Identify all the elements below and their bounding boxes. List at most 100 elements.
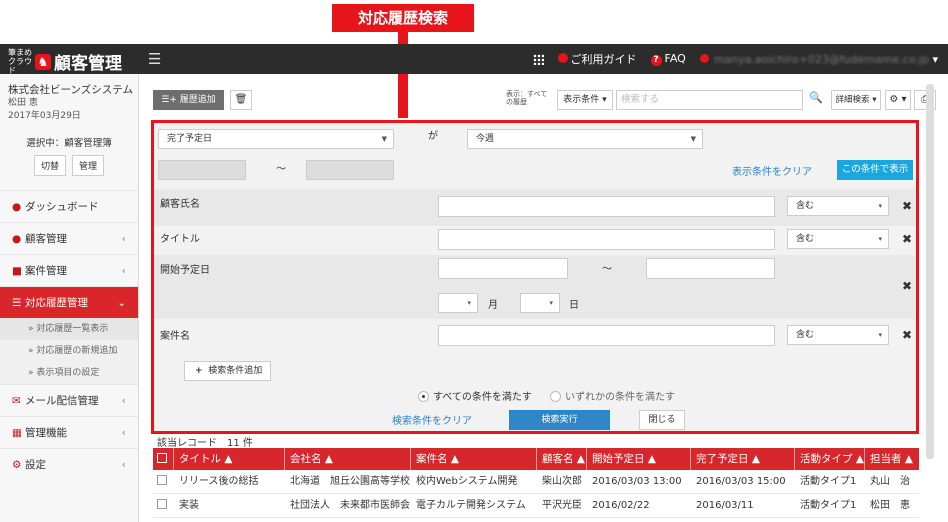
chevron-left-icon: ‹ <box>121 395 126 407</box>
trash-icon[interactable]: 🗑 <box>230 90 252 110</box>
col-title[interactable]: タイトル ▲ <box>174 448 285 470</box>
col-type[interactable]: 活動タイプ ▲ <box>795 448 865 470</box>
col-case[interactable]: 案件名 ▲ <box>411 448 537 470</box>
guide-link[interactable]: ご利用ガイド <box>557 51 637 67</box>
sidebar-item-cases[interactable]: ■ 案件管理 ‹ <box>0 254 138 286</box>
chevron-down-icon: ⌄ <box>117 297 126 309</box>
logo-mark-icon: ♞ <box>35 53 51 70</box>
select-all-checkbox[interactable] <box>153 448 174 470</box>
table-header: タイトル ▲ 会社名 ▲ 案件名 ▲ 顧客名 ▲ 開始予定日 ▲ 完了予定日 ▲… <box>153 448 919 470</box>
sidebar-subitem-new[interactable]: » 対応履歴の新規追加 <box>0 340 138 362</box>
case-icon: ■ <box>12 265 22 277</box>
sidebar-subitem-settings[interactable]: » 表示項目の設定 <box>0 362 138 384</box>
start-date-to[interactable] <box>646 258 775 279</box>
sidebar: 株式会社ビーンズシステム 松田 恵 2017年03月29日 選択中：顧客管理簿 … <box>0 74 139 522</box>
user-name: 松田 恵 <box>8 98 38 108</box>
sidebar-item-dashboard[interactable]: ● ダッシュボード <box>0 190 138 222</box>
sidebar-item-admin[interactable]: ▦ 管理機能 ‹ <box>0 416 138 448</box>
month-select[interactable]: ▾ <box>438 293 478 313</box>
execute-search-button[interactable]: 検索実行 <box>509 410 610 430</box>
col-start[interactable]: 開始予定日 ▲ <box>587 448 691 470</box>
range-start-field[interactable] <box>158 160 246 180</box>
cell-case: 電子カルテ開発システム <box>416 500 526 511</box>
vertical-scrollbar[interactable] <box>926 84 934 459</box>
case-match-select[interactable]: 含む ▾ <box>787 325 889 345</box>
sidebar-item-history[interactable]: ☰ 対応履歴管理 ⌄ <box>0 286 138 318</box>
remove-condition-icon[interactable]: ✖ <box>902 328 912 342</box>
col-company[interactable]: 会社名 ▲ <box>285 448 411 470</box>
faq-link[interactable]: ? FAQ <box>650 52 686 66</box>
search-input[interactable]: 検索する <box>616 90 803 110</box>
cell-end: 2016/03/03 15:00 <box>696 476 786 487</box>
detail-search-button[interactable]: 詳細検索 ▾ <box>831 90 881 110</box>
settings-gear-icon[interactable]: ⚙ ▾ <box>885 90 911 110</box>
callout-label: 対応履歴検索 <box>332 4 474 32</box>
chevron-left-icon: ‹ <box>121 459 126 471</box>
cell-title: リリース後の総括 <box>179 476 259 487</box>
add-condition-button[interactable]: + 検索条件追加 <box>184 361 271 381</box>
col-end[interactable]: 完了予定日 ▲ <box>691 448 795 470</box>
customer-match-select[interactable]: 含む ▾ <box>787 196 889 216</box>
company-name: 株式会社ビーンズシステム <box>8 84 133 96</box>
start-date-from[interactable] <box>438 258 568 279</box>
day-select[interactable]: ▾ <box>520 293 560 313</box>
switch-button[interactable]: 切替 <box>33 155 66 176</box>
display-label: 表示：すべての履歴 <box>506 90 548 106</box>
radio-all[interactable]: すべての条件を満たす <box>418 388 532 403</box>
sidebar-item-settings[interactable]: ⚙ 設定 ‹ <box>0 448 138 480</box>
radio-any[interactable]: いずれかの条件を満たす <box>550 388 675 403</box>
customer-name-input[interactable] <box>438 196 775 217</box>
record-count: 該当レコード 11 件 <box>157 438 253 449</box>
manage-button[interactable]: 管理 <box>72 155 105 176</box>
remove-condition-icon[interactable]: ✖ <box>902 232 912 246</box>
table-row[interactable]: 実装 社団法人 未来都市医師会 電子カルテ開発システム 平沢光臣 2016/02… <box>153 494 919 518</box>
add-history-button[interactable]: ☰+ 履歴追加 <box>153 90 224 110</box>
search-icon[interactable]: 🔍 <box>809 91 823 104</box>
main-content: ☰+ 履歴追加 🗑 表示：すべての履歴 表示条件 ▾ 検索する 🔍 詳細検索 ▾… <box>149 74 936 522</box>
tilde-label: ～ <box>276 164 286 175</box>
title-input[interactable] <box>438 229 775 250</box>
field-select[interactable]: 完了予定日 ▼ <box>158 129 394 149</box>
row-checkbox[interactable] <box>153 470 174 493</box>
case-name-input[interactable] <box>438 325 775 346</box>
range-end-field[interactable] <box>306 160 394 180</box>
cell-title: 実装 <box>179 500 199 511</box>
remove-condition-icon[interactable]: ✖ <box>902 279 912 293</box>
grid-icon: ▦ <box>12 427 22 439</box>
plus-icon: + <box>195 366 203 376</box>
sidebar-account: 株式会社ビーンズシステム 松田 恵 2017年03月29日 <box>0 74 138 123</box>
dashboard-icon: ● <box>12 201 22 213</box>
col-customer[interactable]: 顧客名 ▲ <box>537 448 587 470</box>
caret-down-icon: ▾ <box>878 331 882 339</box>
col-owner[interactable]: 担当者 ▲ <box>865 448 919 470</box>
display-condition-button[interactable]: 表示条件 ▾ <box>557 90 613 110</box>
close-button[interactable]: 閉じる <box>639 410 685 430</box>
caret-down-icon: ▾ <box>878 235 882 243</box>
cell-case: 校内Webシステム開発 <box>416 476 518 487</box>
cell-type: 活動タイプ1 <box>800 500 857 511</box>
sidebar-item-mail[interactable]: ✉ メール配信管理 ‹ <box>0 384 138 416</box>
mail-icon: ✉ <box>12 395 21 407</box>
value-select[interactable]: 今週 ▼ <box>467 129 703 149</box>
user-icon <box>699 53 709 63</box>
apps-grid-icon[interactable] <box>532 53 544 65</box>
search-panel: 完了予定日 ▼ が 今週 ▼ ～ 表示条件をクリア この条件で表示 顧客氏名 含む ▾… <box>151 120 919 434</box>
sidebar-item-customers[interactable]: ● 顧客管理 ‹ <box>0 222 138 254</box>
show-condition-button[interactable]: この条件で表示 <box>837 160 913 180</box>
menu-toggle-icon[interactable]: ☰ <box>148 50 161 68</box>
selected-book-label: 選択中：顧客管理簿 <box>26 138 112 149</box>
app-logo[interactable]: 筆まめ クラウド ♞ 顧客管理 <box>8 48 122 75</box>
table-row[interactable]: リリース後の総括 北海道 旭丘公園高等学校 校内Webシステム開発 柴山次郎 2… <box>153 470 919 494</box>
user-menu[interactable]: manya.aoichiro+023@fudemame.co.jp ▾ <box>699 53 938 66</box>
row-checkbox[interactable] <box>153 494 174 517</box>
gear-icon: ⚙ <box>12 459 22 471</box>
logo-small-text: 筆まめ クラウド <box>8 48 32 75</box>
row-label-customer: 顧客氏名 <box>160 199 200 210</box>
logo-text: 顧客管理 <box>54 54 122 74</box>
sidebar-subitem-list[interactable]: » 対応履歴一覧表示 <box>0 318 138 340</box>
remove-condition-icon[interactable]: ✖ <box>902 199 912 213</box>
clear-search-link[interactable]: 検索条件をクリア <box>392 412 472 427</box>
clear-display-link[interactable]: 表示条件をクリア <box>732 163 812 178</box>
cell-company: 北海道 旭丘公園高等学校 <box>290 476 410 487</box>
title-match-select[interactable]: 含む ▾ <box>787 229 889 249</box>
